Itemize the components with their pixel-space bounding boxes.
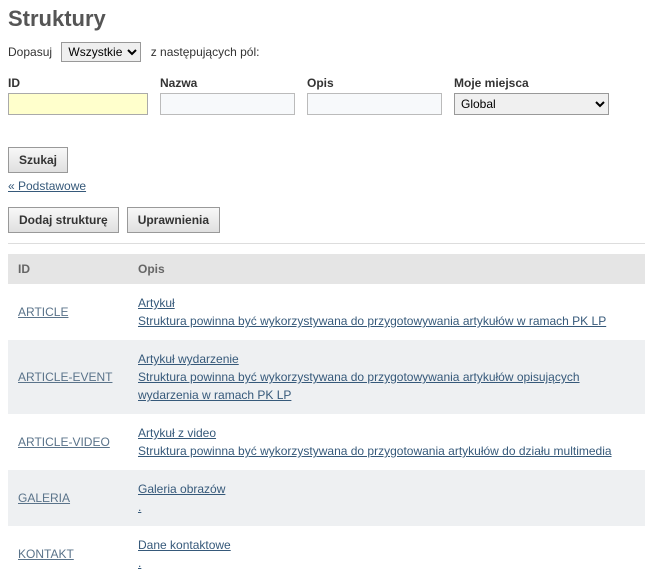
id-input[interactable] — [8, 93, 148, 115]
row-id-link[interactable]: ARTICLE — [18, 305, 68, 319]
match-suffix: z następujących pól: — [151, 45, 260, 59]
row-title-link[interactable]: Artykuł — [138, 296, 175, 310]
row-id-link[interactable]: ARTICLE-VIDEO — [18, 435, 110, 449]
name-input[interactable] — [160, 93, 295, 115]
id-label: ID — [8, 76, 148, 90]
table-row: ARTICLE-VIDEO Artykuł z video Struktura po… — [8, 414, 645, 470]
place-label: Moje miejsca — [454, 76, 609, 90]
row-body-link[interactable]: Struktura powinna być wykorzystywana do … — [138, 444, 612, 458]
match-select[interactable]: Wszystkie — [61, 42, 141, 62]
name-label: Nazwa — [160, 76, 295, 90]
table-row: GALERIA Galeria obrazów. — [8, 470, 645, 526]
row-id-link[interactable]: ARTICLE-EVENT — [18, 370, 112, 384]
add-structure-button[interactable]: Dodaj strukturę — [8, 207, 119, 233]
desc-input[interactable] — [307, 93, 442, 115]
page-title: Struktury — [8, 6, 645, 32]
table-row: KONTAKT Dane kontaktowe. — [8, 526, 645, 582]
search-button[interactable]: Szukaj — [8, 147, 68, 173]
row-id-link[interactable]: KONTAKT — [18, 547, 74, 561]
match-prefix: Dopasuj — [8, 45, 52, 59]
row-body-link[interactable]: Struktura powinna być wykorzystywana do … — [138, 370, 580, 402]
results-table: ID Opis ARTICLE Artykuł Struktura powinna … — [8, 254, 645, 582]
toggle-basic-link[interactable]: « Podstawowe — [8, 179, 86, 193]
row-id-link[interactable]: GALERIA — [18, 491, 70, 505]
th-id: ID — [8, 254, 128, 284]
row-body-link[interactable]: . — [138, 500, 141, 514]
match-row: Dopasuj Wszystkie z następujących pól: — [8, 42, 645, 62]
place-select[interactable]: Global — [454, 93, 609, 115]
row-title-link[interactable]: Artykuł z video — [138, 426, 216, 440]
row-title-link[interactable]: Galeria obrazów — [138, 482, 225, 496]
table-row: ARTICLE-EVENT Artykuł wydarzenie Struktura… — [8, 340, 645, 414]
row-body-link[interactable]: Struktura powinna być wykorzystywana do … — [138, 314, 606, 328]
row-title-link[interactable]: Dane kontaktowe — [138, 538, 231, 552]
divider — [8, 243, 645, 244]
table-row: ARTICLE Artykuł Struktura powinna być wyko… — [8, 284, 645, 340]
permissions-button[interactable]: Uprawnienia — [127, 207, 220, 233]
row-body-link[interactable]: . — [138, 556, 141, 570]
th-desc: Opis — [128, 254, 645, 284]
search-fields: ID Nazwa Opis Moje miejsca Global — [8, 76, 645, 115]
row-title-link[interactable]: Artykuł wydarzenie — [138, 352, 239, 366]
desc-label: Opis — [307, 76, 442, 90]
